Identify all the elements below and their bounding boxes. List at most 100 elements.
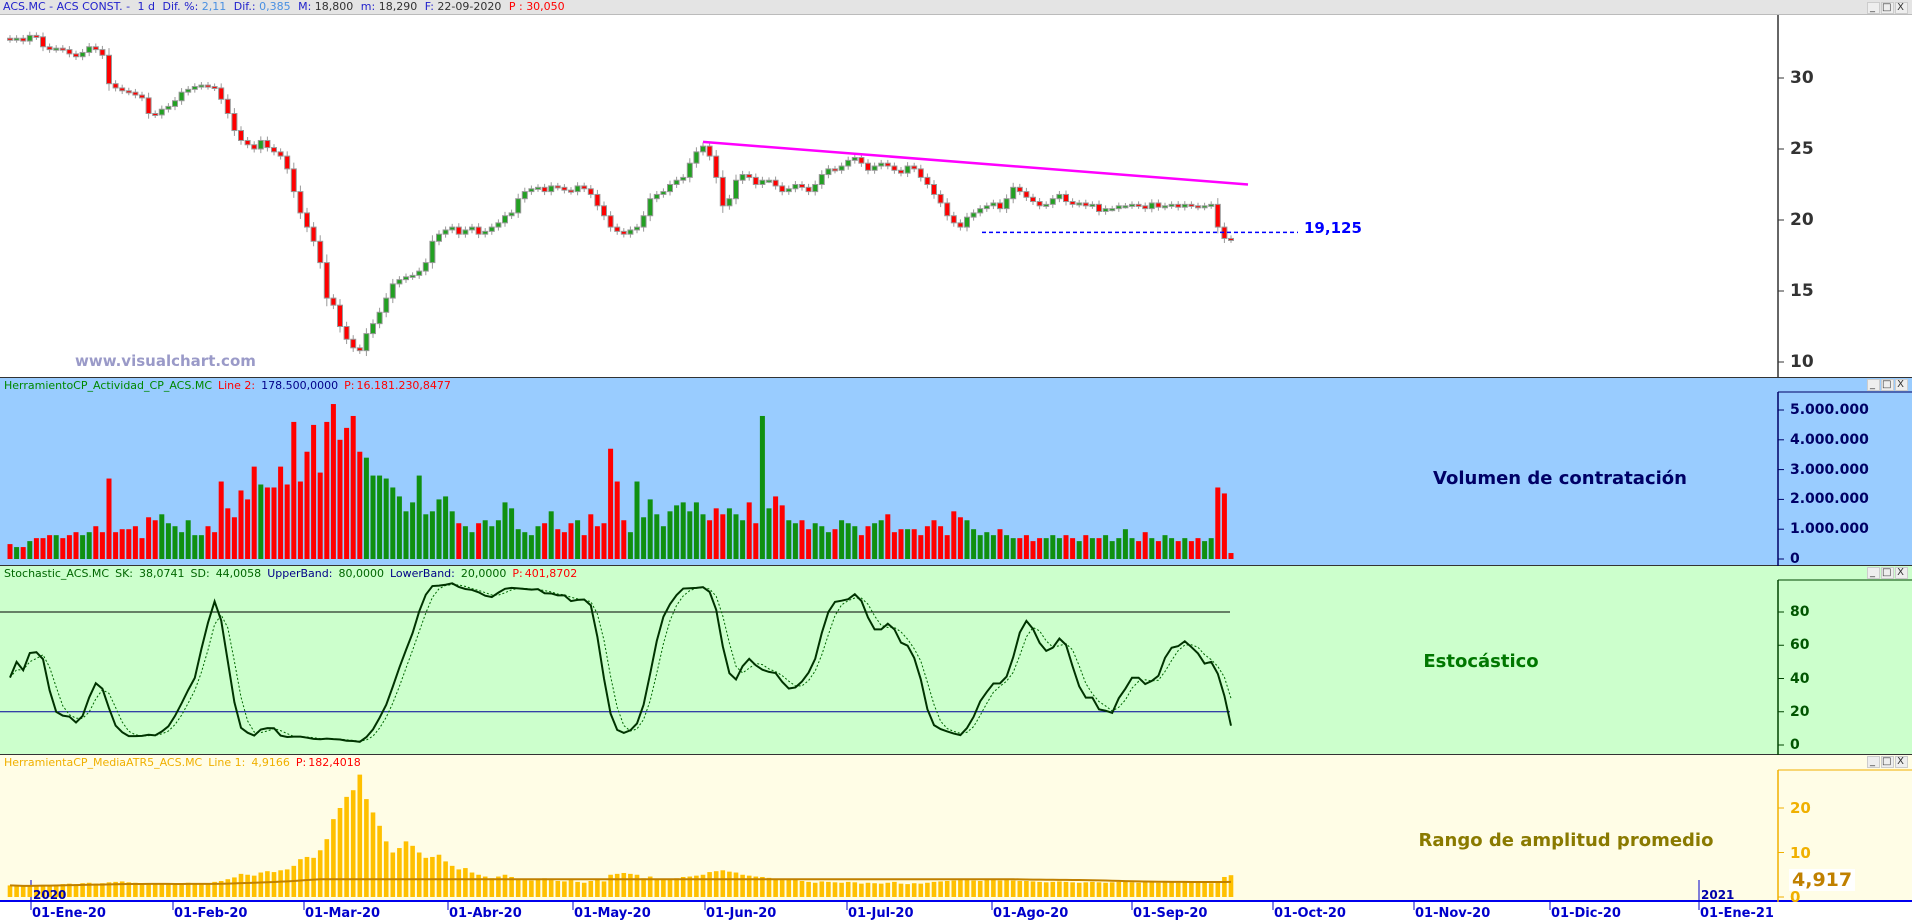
candle — [337, 304, 343, 328]
candle — [251, 144, 258, 150]
atr-bar — [661, 879, 666, 897]
stochastic-sd-line — [9, 584, 1232, 742]
atr-bar — [872, 883, 877, 897]
date-tick-label: 01-Jun-20 — [706, 906, 777, 921]
volume-header: HerramientoCP_Actividad_CP_ACS.MC Line 2:… — [4, 379, 457, 392]
candle — [66, 49, 73, 55]
atr-bar — [1129, 882, 1135, 897]
candle — [937, 193, 944, 204]
atr-bar — [1182, 882, 1188, 897]
volume-bar — [693, 502, 699, 559]
candle — [284, 155, 291, 170]
atr-bar — [806, 881, 811, 897]
close-button[interactable]: X — [1895, 2, 1908, 14]
candle — [865, 162, 871, 171]
candle — [581, 185, 588, 190]
volume-bar — [872, 523, 878, 559]
close-button[interactable]: X — [1895, 567, 1908, 579]
candle — [1148, 202, 1155, 210]
candle — [693, 151, 700, 164]
candle — [40, 36, 46, 48]
atr-bar — [905, 884, 910, 897]
volume-bar — [561, 532, 567, 559]
volume-bar — [1089, 538, 1095, 559]
atr-bar — [885, 882, 891, 897]
atr-bar — [601, 881, 607, 897]
price-tick-label: 15 — [1790, 281, 1814, 301]
chart-canvas[interactable] — [0, 0, 1912, 922]
candle — [667, 184, 673, 193]
volume-bar — [581, 535, 587, 559]
candle — [997, 202, 1003, 210]
atr-bar — [911, 883, 917, 897]
atr-bar — [245, 874, 250, 897]
atr-bar — [845, 881, 851, 897]
candle — [350, 338, 357, 349]
candle — [449, 226, 456, 231]
candle — [766, 179, 772, 183]
minimize-button[interactable]: _ — [1867, 2, 1880, 14]
volume-bar — [152, 520, 158, 559]
volume-bar — [1155, 541, 1161, 559]
candle — [73, 53, 79, 58]
atr-bar — [991, 879, 996, 897]
atr-caption: Rango de amplitud promedio — [1418, 830, 1714, 851]
minimize-button[interactable]: _ — [1867, 379, 1880, 391]
volume-bar — [891, 532, 897, 559]
volume-bar — [997, 529, 1003, 559]
volume-bar — [627, 532, 633, 559]
close-button[interactable]: X — [1895, 756, 1908, 768]
candle — [521, 191, 528, 200]
volume-bar — [819, 526, 825, 559]
candle — [231, 113, 238, 132]
atr-bar — [1202, 882, 1207, 897]
atr-bar — [542, 878, 547, 897]
atr-bar — [621, 872, 627, 897]
volume-bar — [40, 538, 46, 559]
volume-bar — [1228, 553, 1234, 559]
atr-header: HerramientaCP_MediaATR5_ACS.MC Line 1: 4,9… — [4, 756, 367, 769]
atr-bar — [1169, 882, 1174, 897]
atr-bar — [456, 869, 462, 897]
candle — [125, 90, 132, 94]
candle — [1208, 203, 1215, 207]
atr-bar — [304, 856, 310, 897]
candle — [627, 229, 634, 235]
candle — [1082, 202, 1089, 207]
volume-bar — [245, 499, 251, 559]
candle — [1195, 205, 1201, 209]
atr-bar — [700, 874, 706, 897]
volume-bar — [832, 529, 838, 559]
candle — [1155, 202, 1162, 208]
volume-bar — [773, 496, 779, 559]
volume-bar — [1175, 541, 1181, 559]
volume-bar — [7, 544, 13, 559]
maximize-button[interactable]: □ — [1881, 379, 1894, 391]
minimize-button[interactable]: _ — [1867, 756, 1880, 768]
candle — [1049, 198, 1056, 205]
volume-bar — [119, 529, 125, 559]
volume-bar — [938, 526, 944, 559]
volume-bar — [218, 481, 224, 559]
lowerband-label: LowerBand: — [389, 567, 455, 580]
min-value: 18,290 — [378, 0, 418, 13]
candle — [139, 94, 145, 99]
maximize-button[interactable]: □ — [1881, 567, 1894, 579]
volume-bar — [86, 532, 92, 559]
volume-bar — [317, 472, 323, 559]
volume-bar — [812, 523, 818, 559]
volume-bar — [205, 526, 211, 559]
volume-bar — [792, 523, 798, 559]
atr-bar — [205, 883, 211, 897]
minimize-button[interactable]: _ — [1867, 567, 1880, 579]
volume-bar — [172, 526, 178, 559]
atr-bar — [416, 852, 422, 897]
candle — [931, 184, 937, 195]
sd-value: 44,0058 — [215, 567, 262, 580]
maximize-button[interactable]: □ — [1881, 2, 1894, 14]
close-button[interactable]: X — [1895, 379, 1908, 391]
volume-bar — [377, 475, 383, 559]
maximize-button[interactable]: □ — [1881, 756, 1894, 768]
volume-bar — [753, 523, 759, 559]
candle — [26, 34, 33, 42]
